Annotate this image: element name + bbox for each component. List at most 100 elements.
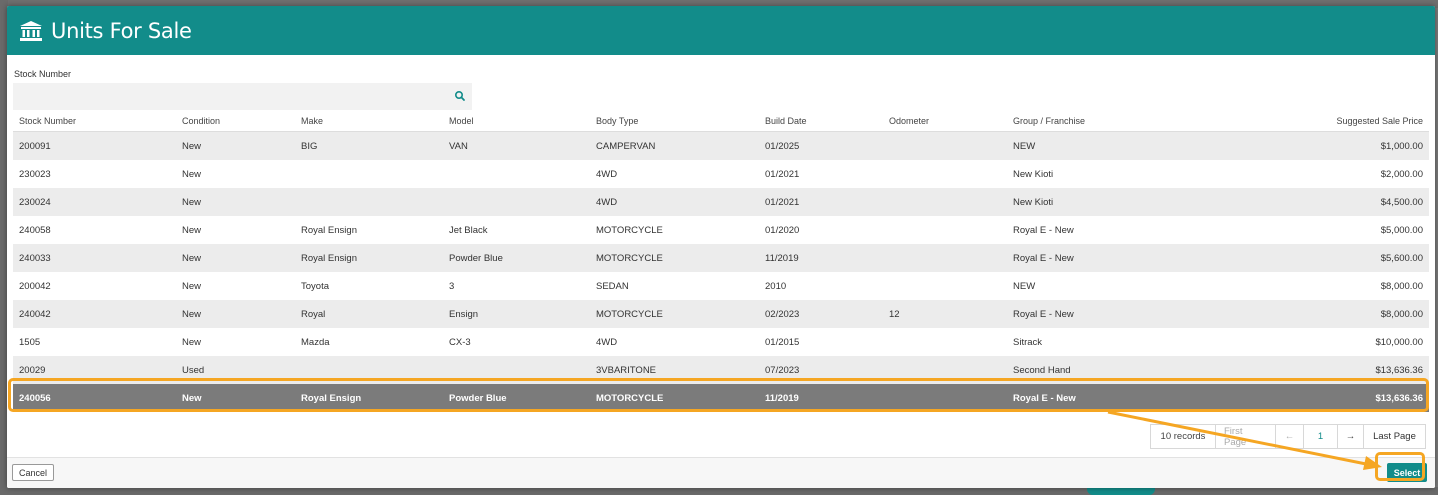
cell-group-franchise: Royal E - New [1013,252,1074,264]
cell-build-date: 02/2023 [765,308,800,320]
col-body-type[interactable]: Body Type [590,116,759,126]
cell-group-franchise: Royal E - New [1013,224,1074,236]
pagination: 10 records First Page ← 1 → Last Page [1150,424,1426,449]
table-header: Stock Number Condition Make Model Body T… [13,110,1429,132]
cell-body-type: MOTORCYCLE [596,308,663,320]
cell-condition: New [182,168,202,180]
cell-build-date: 01/2025 [765,140,800,152]
cell-condition: Used [182,364,205,376]
col-build-date[interactable]: Build Date [759,116,883,126]
cell-group-franchise: NEW [1013,280,1036,292]
cell-condition: New [182,280,202,292]
col-make[interactable]: Make [295,116,443,126]
cell-condition: New [182,196,202,208]
cell-sale-price: $8,000.00 [1380,280,1423,292]
cell-condition: New [182,140,202,152]
cell-stock-number: 240042 [19,308,51,320]
cell-stock-number: 20029 [19,364,46,376]
cell-make: Royal Ensign [301,224,357,236]
cell-build-date: 01/2021 [765,168,800,180]
cell-condition: New [182,392,202,404]
cell-build-date: 07/2023 [765,364,800,376]
cell-make: Royal Ensign [301,252,357,264]
cell-model: 3 [449,280,455,292]
stock-number-search-input[interactable] [13,83,443,110]
next-page-button[interactable]: → [1338,425,1364,448]
table-row[interactable]: 240058 New Royal Ensign Jet Black MOTORCYCLE… [13,216,1429,244]
page-number-button[interactable]: 1 [1304,425,1338,448]
cell-body-type: 4WD [596,168,618,180]
search-icon[interactable] [454,90,466,102]
table-row[interactable]: 230023 New 4WD 01/2021 New Kioti $2,000.00 [13,160,1429,188]
prev-page-button[interactable]: ← [1276,425,1304,448]
table-row-selected[interactable]: 240056 New Royal Ensign Powder Blue MOTORCYC… [13,384,1429,412]
table-row[interactable]: 240042 New Royal Ensign MOTORCYCLE 02/2023 12 R… [13,300,1429,328]
cell-build-date: 01/2021 [765,196,800,208]
units-table: Stock Number Condition Make Model Body T… [13,110,1429,412]
table-row[interactable]: 200091 New BIG VAN CAMPERVAN 01/2025 NEW $1,000… [13,132,1429,160]
col-group-franchise[interactable]: Group / Franchise [1007,116,1207,126]
cell-model: Ensign [449,308,479,320]
table-row[interactable]: 200042 New Toyota 3 SEDAN 2010 NEW $8,000.00 [13,272,1429,300]
cell-sale-price: $13,636.36 [1375,392,1423,404]
table-row[interactable]: 230024 New 4WD 01/2021 New Kioti $4,500.00 [13,188,1429,216]
cell-stock-number: 230023 [19,168,51,180]
cell-sale-price: $10,000.00 [1375,336,1423,348]
cell-group-franchise: NEW [1013,140,1036,152]
cell-sale-price: $5,000.00 [1380,224,1423,236]
cell-build-date: 01/2020 [765,224,800,236]
cell-body-type: CAMPERVAN [596,140,656,152]
select-button[interactable]: Select [1387,463,1427,482]
cell-body-type: 4WD [596,336,618,348]
cell-sale-price: $5,600.00 [1380,252,1423,264]
cell-group-franchise: New Kioti [1013,168,1054,180]
cell-stock-number: 240058 [19,224,51,236]
cell-group-franchise: Royal E - New [1013,392,1076,404]
col-stock-number[interactable]: Stock Number [13,116,176,126]
cell-group-franchise: Second Hand [1013,364,1071,376]
cancel-button[interactable]: Cancel [12,464,54,481]
cell-sale-price: $4,500.00 [1380,196,1423,208]
cell-stock-number: 230024 [19,196,51,208]
cell-body-type: 3VBARITONE [596,364,657,376]
modal-footer [7,458,1435,488]
cell-build-date: 01/2015 [765,336,800,348]
cell-body-type: 4WD [596,196,618,208]
cell-make: Mazda [301,336,330,348]
cell-build-date: 11/2019 [765,392,799,404]
cell-stock-number: 240056 [19,392,51,404]
cell-odometer: 12 [889,308,900,320]
bank-icon [19,20,43,42]
col-condition[interactable]: Condition [176,116,295,126]
cell-body-type: SEDAN [596,280,629,292]
cell-condition: New [182,224,202,236]
cell-stock-number: 240033 [19,252,51,264]
cell-build-date: 2010 [765,280,787,292]
stock-number-search[interactable] [13,83,472,110]
cell-group-franchise: New Kioti [1013,196,1054,208]
col-model[interactable]: Model [443,116,590,126]
modal-title: Units For Salе [51,18,192,43]
last-page-button[interactable]: Last Page [1364,425,1425,448]
table-row[interactable]: 240033 New Royal Ensign Powder Blue MOTORCYC… [13,244,1429,272]
col-suggested-sale-price[interactable]: Suggested Sale Price [1207,116,1429,126]
table-body: 200091 New BIG VAN CAMPERVAN 01/2025 NEW $1,000… [13,132,1429,412]
col-odometer[interactable]: Odometer [883,116,1007,126]
cell-condition: New [182,308,202,320]
cell-model: VAN [449,140,468,152]
first-page-button[interactable]: First Page [1216,425,1276,448]
cell-model: Powder Blue [449,252,503,264]
table-row[interactable]: 1505 New Mazda CX-3 4WD 01/2015 Sitrack $10,000… [13,328,1429,356]
cell-sale-price: $2,000.00 [1380,168,1423,180]
cell-make: BIG [301,140,318,152]
table-row[interactable]: 20029 Used 3VBARITONE 07/2023 Second Hand $13… [13,356,1429,384]
cell-model: Powder Blue [449,392,507,404]
cell-condition: New [182,336,202,348]
background-page-bottom [0,487,1438,495]
cell-sale-price: $1,000.00 [1380,140,1423,152]
cell-sale-price: $13,636.36 [1375,364,1423,376]
stock-number-search-label: Stock Number [14,69,72,79]
cell-make: Royal Ensign [301,392,362,404]
record-count: 10 records [1151,425,1216,448]
cell-body-type: MOTORCYCLE [596,224,663,236]
